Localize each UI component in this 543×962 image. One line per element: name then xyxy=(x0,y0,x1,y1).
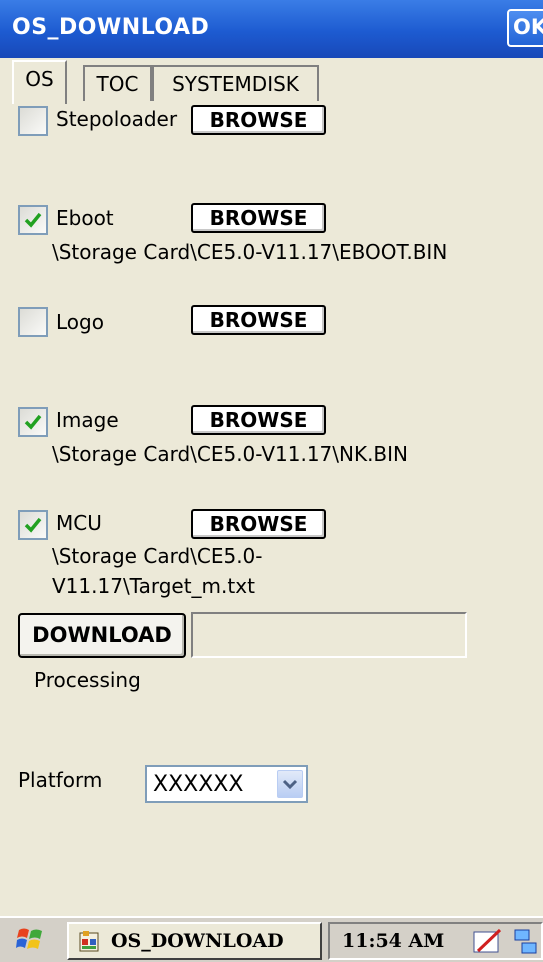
platform-value: XXXXXX xyxy=(153,772,244,797)
tab-os[interactable]: OS xyxy=(12,60,67,104)
mcu-checkbox[interactable] xyxy=(18,510,48,540)
ok-button[interactable]: OK xyxy=(507,9,543,47)
tab-toc[interactable]: TOC xyxy=(83,65,152,101)
logo-browse-button[interactable]: BROWSE xyxy=(191,305,326,335)
mcu-path-line1: \Storage Card\CE5.0- xyxy=(52,544,263,568)
logo-label: Logo xyxy=(56,310,104,334)
logo-checkbox[interactable] xyxy=(18,307,48,337)
image-label: Image xyxy=(56,408,119,432)
image-checkbox[interactable] xyxy=(18,407,48,437)
download-button[interactable]: DOWNLOAD xyxy=(18,613,186,658)
stepoloader-checkbox[interactable] xyxy=(18,106,48,136)
image-browse-button[interactable]: BROWSE xyxy=(191,405,326,435)
taskbar-app-button[interactable]: OS_DOWNLOAD xyxy=(67,922,322,960)
network-icon[interactable] xyxy=(512,927,542,957)
platform-select[interactable]: XXXXXX xyxy=(145,765,308,803)
status-text: Processing xyxy=(34,668,141,692)
tab-systemdisk[interactable]: SYSTEMDISK xyxy=(152,65,319,101)
windows-flag-icon xyxy=(16,928,42,949)
stepoloader-browse-button[interactable]: BROWSE xyxy=(191,105,326,135)
clock[interactable]: 11:54 AM xyxy=(342,930,444,952)
image-path: \Storage Card\CE5.0-V11.17\NK.BIN xyxy=(52,442,409,466)
platform-label: Platform xyxy=(18,768,103,792)
title-bar: OS_DOWNLOAD OK xyxy=(0,0,543,58)
stepoloader-label: Stepoloader xyxy=(56,107,178,131)
eboot-browse-button[interactable]: BROWSE xyxy=(191,203,326,233)
eboot-path: \Storage Card\CE5.0-V11.17\EBOOT.BIN xyxy=(52,240,448,264)
start-button[interactable] xyxy=(16,924,46,954)
checkmark-icon xyxy=(24,517,42,533)
eboot-checkbox[interactable] xyxy=(18,205,48,235)
taskbar-app-label: OS_DOWNLOAD xyxy=(111,930,284,952)
system-tray: 11:54 AM xyxy=(328,922,543,960)
chevron-down-icon[interactable] xyxy=(277,770,303,798)
taskbar: OS_DOWNLOAD 11:54 AM xyxy=(0,916,543,962)
mcu-browse-button[interactable]: BROWSE xyxy=(191,509,326,539)
eboot-label: Eboot xyxy=(56,206,114,230)
download-progress-bar xyxy=(191,612,467,658)
input-panel-icon[interactable] xyxy=(472,927,504,957)
mcu-label: MCU xyxy=(56,511,102,535)
tab-strip: OS TOC SYSTEMDISK xyxy=(0,58,543,104)
mcu-path-line2: V11.17\Target_m.txt xyxy=(52,574,255,598)
app-icon xyxy=(79,931,99,952)
checkmark-icon xyxy=(24,212,42,228)
checkmark-icon xyxy=(24,414,42,430)
window-title: OS_DOWNLOAD xyxy=(12,15,210,40)
